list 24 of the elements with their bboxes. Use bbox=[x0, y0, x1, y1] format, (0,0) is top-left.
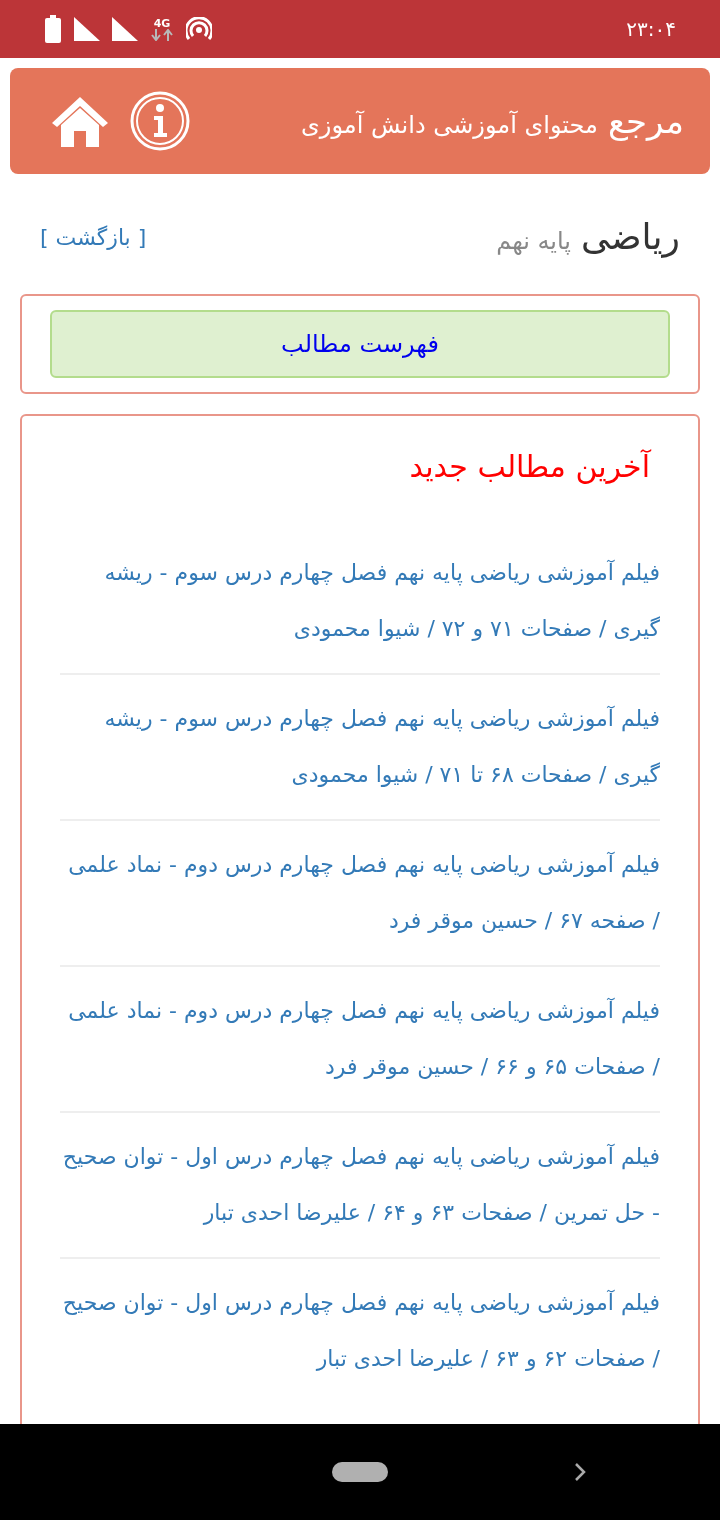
battery-icon bbox=[44, 15, 62, 43]
header-title: مرجع bbox=[607, 99, 684, 143]
hotspot-icon bbox=[186, 17, 212, 41]
article-link[interactable]: فیلم آموزشی ریاضی پایه نهم فصل چهارم درس اول - توان صحیح / صفحات ۶۲ و ۶۳ / علیرضا احدی تبار bbox=[60, 1275, 660, 1387]
subject-title: ریاضی bbox=[581, 215, 680, 260]
chevron-right-icon[interactable] bbox=[574, 1462, 586, 1482]
info-icon[interactable] bbox=[130, 91, 190, 151]
home-icon[interactable] bbox=[50, 95, 110, 147]
data-arrows-icon bbox=[150, 28, 174, 41]
article-link[interactable]: فیلم آموزشی ریاضی پایه نهم فصل چهارم درس دوم - نماد علمی / صفحات ۶۵ و ۶۶ / حسین موقر فرد bbox=[60, 983, 660, 1095]
header-subtitle: محتوای آموزشی دانش آموزی bbox=[301, 109, 598, 141]
home-pill[interactable] bbox=[332, 1462, 388, 1482]
clock-time: ۲۳:۰۴ bbox=[626, 16, 676, 43]
grade-label: پایه نهم bbox=[496, 226, 572, 257]
article-link[interactable]: فیلم آموزشی ریاضی پایه نهم فصل چهارم درس سوم - ریشه گیری / صفحات ۷۱ و ۷۲ / شیوا محمودی bbox=[60, 545, 660, 657]
signal-icon bbox=[74, 17, 100, 41]
article-link[interactable]: فیلم آموزشی ریاضی پایه نهم فصل چهارم درس دوم - نماد علمی / صفحه ۶۷ / حسین موقر فرد bbox=[60, 837, 660, 949]
section-heading: آخرین مطالب جدید bbox=[409, 449, 650, 484]
back-link[interactable]: [ بازگشت ] bbox=[40, 220, 147, 254]
table-of-contents-button[interactable]: فهرست مطالب bbox=[50, 310, 670, 378]
article-link[interactable]: فیلم آموزشی ریاضی پایه نهم فصل چهارم درس اول - توان صحیح - حل تمرین / صفحات ۶۳ و ۶۴ / علیرضا احدی تبار bbox=[60, 1129, 660, 1241]
signal-icon bbox=[112, 17, 138, 41]
article-link[interactable]: فیلم آموزشی ریاضی پایه نهم فصل چهارم درس سوم - ریشه گیری / صفحات ۶۸ تا ۷۱ / شیوا محمودی bbox=[60, 691, 660, 803]
network-type-label: 4G bbox=[153, 17, 171, 29]
